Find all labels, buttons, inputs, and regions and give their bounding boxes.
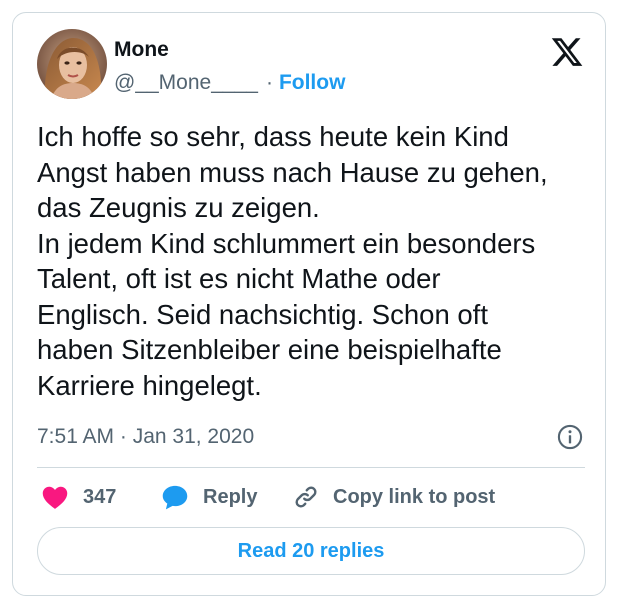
- display-name[interactable]: Mone: [114, 38, 169, 62]
- like-count: 347: [83, 485, 117, 508]
- info-icon[interactable]: [556, 423, 584, 451]
- reply-label: Reply: [203, 485, 258, 508]
- divider: [37, 467, 585, 468]
- speech-bubble-icon: [161, 483, 189, 511]
- separator-dot: ·: [265, 71, 273, 94]
- like-button[interactable]: 347: [41, 479, 116, 515]
- avatar[interactable]: [37, 29, 107, 99]
- heart-icon: [41, 484, 69, 510]
- timestamp[interactable]: 7:51 AM · Jan 31, 2020: [37, 425, 254, 449]
- follow-button[interactable]: Follow: [279, 71, 346, 95]
- user-handle[interactable]: @__Mone____: [114, 71, 258, 95]
- copy-link-button[interactable]: Copy link to post: [291, 479, 495, 515]
- tweet-text: Ich hoffe so sehr, dass heute kein Kind …: [37, 121, 548, 401]
- link-icon: [291, 482, 321, 512]
- reply-button[interactable]: Reply: [161, 479, 257, 515]
- x-logo-icon[interactable]: [550, 35, 584, 69]
- handle-row: @__Mone____ · Follow: [114, 71, 345, 95]
- tweet-card: Mone @__Mone____ · Follow Ich hoffe so s…: [12, 12, 606, 596]
- copy-link-label: Copy link to post: [333, 485, 496, 508]
- avatar-image: [37, 29, 107, 99]
- read-replies-button[interactable]: Read 20 replies: [37, 527, 585, 575]
